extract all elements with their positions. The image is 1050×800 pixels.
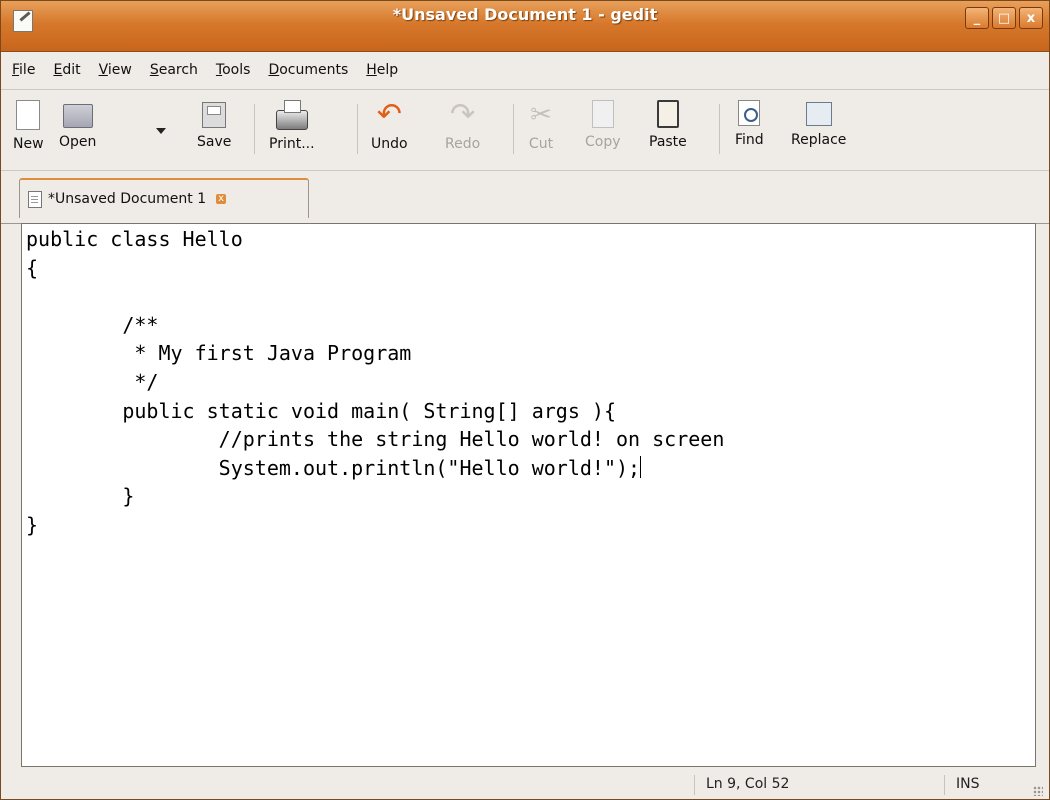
paste-label: Paste	[649, 134, 687, 150]
print-label: Print...	[269, 136, 315, 152]
open-recent-dropdown-icon[interactable]	[156, 128, 166, 134]
menu-view-label: iew	[107, 62, 132, 78]
save-button[interactable]: Save	[197, 100, 231, 162]
text-editor[interactable]: public class Hello { /** * My first Java…	[21, 223, 1036, 767]
status-separator	[944, 775, 945, 795]
open-label: Open	[59, 134, 97, 150]
code-line: System.out.println("Hello world!");	[26, 455, 641, 480]
resize-grip-icon[interactable]	[1033, 786, 1043, 796]
menu-search-mnemonic: S	[149, 62, 159, 78]
status-separator	[694, 775, 695, 795]
find-label: Find	[735, 132, 764, 148]
undo-arrow-icon: ↶	[376, 97, 402, 132]
redo-button[interactable]: ↷ Redo	[445, 100, 480, 162]
scissors-icon: ✂	[530, 100, 552, 130]
toolbar-separator	[719, 104, 720, 154]
insert-mode-indicator: INS	[956, 776, 980, 792]
redo-label: Redo	[445, 136, 481, 152]
replace-label: Replace	[791, 132, 847, 148]
menu-tools[interactable]: Tools	[207, 62, 260, 78]
open-folder-icon	[62, 104, 93, 128]
replace-button[interactable]: Replace	[791, 100, 846, 162]
code-line: {	[26, 255, 39, 280]
tab-label: *Unsaved Document 1	[48, 191, 207, 207]
cursor-position: Ln 9, Col 52	[706, 776, 790, 792]
menu-bar: File Edit View Search Tools Documents He…	[1, 51, 1049, 90]
menu-search-label: earch	[158, 62, 198, 78]
close-window-button[interactable]: x	[1019, 7, 1043, 29]
status-bar: Ln 9, Col 52 INS	[1, 769, 1049, 800]
toolbar-separator	[254, 104, 255, 154]
toolbar: New Open Save Print... ↶ Undo ↷ Redo ✂ C…	[1, 90, 1049, 171]
save-label: Save	[197, 134, 232, 150]
menu-help-mnemonic: H	[366, 62, 377, 78]
code-line: public static void main( String[] args )…	[26, 398, 617, 423]
document-tab-strip: *Unsaved Document 1 x	[1, 171, 1049, 224]
window-title: *Unsaved Document 1 - gedit	[392, 5, 658, 24]
code-line: //prints the string Hello world! on scre…	[26, 427, 725, 452]
maximize-button[interactable]: □	[992, 7, 1016, 29]
open-button[interactable]: Open	[59, 100, 96, 162]
code-content[interactable]: public class Hello { /** * My first Java…	[26, 225, 1035, 540]
copy-label: Copy	[585, 134, 621, 150]
tab-close-icon[interactable]: x	[216, 194, 227, 204]
menu-file-mnemonic: F	[12, 62, 20, 78]
menu-view-mnemonic: V	[98, 62, 108, 78]
menu-documents[interactable]: Documents	[259, 62, 357, 78]
menu-edit[interactable]: Edit	[44, 62, 89, 78]
save-floppy-icon	[202, 102, 227, 128]
code-line: public class Hello	[26, 227, 243, 251]
toolbar-separator	[513, 104, 514, 154]
code-line: */	[26, 369, 159, 394]
code-line: /**	[26, 312, 159, 337]
new-label: New	[13, 136, 44, 152]
tab-unsaved-document-1[interactable]: *Unsaved Document 1 x	[19, 178, 309, 218]
minimize-button[interactable]: _	[965, 7, 989, 29]
undo-button[interactable]: ↶ Undo	[371, 100, 408, 162]
new-document-icon	[16, 100, 41, 130]
window-controls: _ □ x	[965, 7, 1043, 29]
printer-icon	[275, 100, 308, 130]
copy-icon	[591, 100, 614, 128]
menu-tools-label: ools	[222, 62, 251, 78]
print-button[interactable]: Print...	[269, 100, 315, 162]
text-document-icon	[28, 190, 42, 208]
menu-edit-mnemonic: E	[53, 62, 63, 78]
find-magnifier-icon	[738, 100, 761, 126]
cut-button[interactable]: ✂ Cut	[527, 100, 555, 162]
menu-edit-label: dit	[62, 62, 81, 78]
new-button[interactable]: New	[13, 100, 44, 162]
menu-help-label: elp	[376, 62, 399, 78]
clipboard-icon	[656, 100, 679, 128]
replace-icon	[805, 102, 832, 126]
text-caret	[640, 455, 642, 478]
toolbar-separator	[357, 104, 358, 154]
gedit-window: *Unsaved Document 1 - gedit _ □ x File E…	[0, 0, 1050, 800]
code-line: * My first Java Program	[26, 341, 412, 366]
find-button[interactable]: Find	[735, 100, 764, 162]
title-bar[interactable]: *Unsaved Document 1 - gedit _ □ x	[1, 1, 1049, 52]
menu-file-label: ile	[19, 62, 36, 78]
code-line: }	[26, 484, 135, 509]
menu-search[interactable]: Search	[141, 62, 207, 78]
copy-button[interactable]: Copy	[585, 100, 621, 162]
menu-file[interactable]: File	[1, 62, 44, 78]
menu-documents-mnemonic: D	[268, 62, 280, 78]
paste-button[interactable]: Paste	[649, 100, 687, 162]
code-line: }	[26, 512, 39, 537]
menu-help[interactable]: Help	[357, 62, 407, 78]
undo-label: Undo	[371, 136, 408, 152]
menu-documents-label: ocuments	[279, 62, 349, 78]
redo-arrow-icon: ↷	[450, 97, 476, 132]
menu-view[interactable]: View	[90, 62, 141, 78]
cut-label: Cut	[528, 136, 554, 152]
